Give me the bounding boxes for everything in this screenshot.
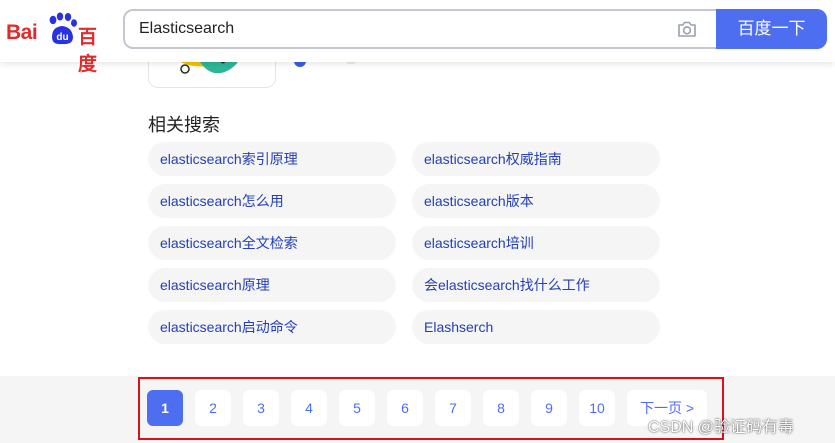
page-button[interactable]: 8 [483,390,519,426]
related-search-item[interactable]: Elashserch [412,310,660,344]
logo-du-text: du [56,32,68,43]
related-search-item[interactable]: elasticsearch全文检索 [148,226,396,260]
page-button[interactable]: 2 [195,390,231,426]
related-search-item[interactable]: elasticsearch怎么用 [148,184,396,218]
camera-icon[interactable] [677,20,697,38]
search-button[interactable]: 百度一下 [716,9,827,49]
page-button[interactable]: 7 [435,390,471,426]
page-button[interactable]: 9 [531,390,567,426]
related-search-item[interactable]: 会elasticsearch找什么工作 [412,268,660,302]
page-button[interactable]: 5 [339,390,375,426]
page: Bai du 百度 百度一下 [0,0,835,443]
related-search-item[interactable]: elasticsearch启动命令 [148,310,396,344]
search-input[interactable] [139,11,659,47]
watermark: CSDN @验证码有毒 [648,419,795,436]
page-button[interactable]: 4 [291,390,327,426]
related-search-item[interactable]: elasticsearch培训 [412,226,660,260]
related-search-item[interactable]: elasticsearch权威指南 [412,142,660,176]
paw-icon: du [49,12,77,45]
logo-bai-text: Bai [6,21,38,44]
header: Bai du 百度 百度一下 [0,0,835,75]
page-button[interactable]: 3 [243,390,279,426]
related-search-item[interactable]: elasticsearch版本 [412,184,660,218]
related-search-item[interactable]: elasticsearch原理 [148,268,396,302]
baidu-logo[interactable]: Bai du 百度 [6,12,110,75]
search-box [123,9,716,49]
related-searches-title: 相关搜索 [148,115,220,135]
related-search-item[interactable]: elasticsearch索引原理 [148,142,396,176]
page-button[interactable]: 6 [387,390,423,426]
page-button[interactable]: 10 [579,390,615,426]
page-button-current[interactable]: 1 [147,390,183,426]
logo-baidu-text: 百度 [78,27,97,75]
